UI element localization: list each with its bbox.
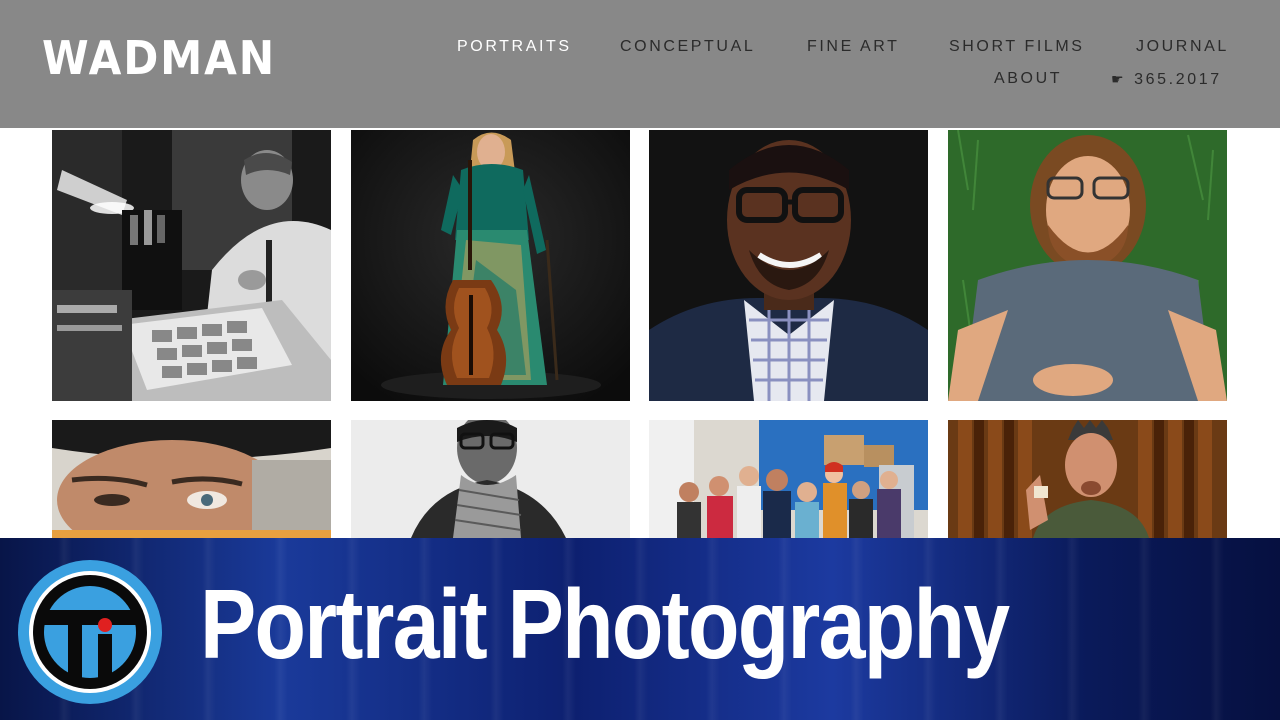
photo-man-scarf [351, 420, 630, 538]
nav-about[interactable]: ABOUT [994, 69, 1062, 89]
gallery-photo[interactable] [351, 420, 630, 538]
nav-short-films[interactable]: SHORT FILMS [949, 37, 1085, 57]
photo-woman-cello [351, 130, 630, 401]
photo-group-office [649, 420, 928, 538]
photo-man-grass [948, 130, 1227, 401]
photo-smiling-man [649, 130, 928, 401]
nav-365-label: 365.2017 [1134, 71, 1222, 88]
gallery-photo[interactable] [948, 130, 1227, 401]
nav-365[interactable]: ☛ 365.2017 [1111, 69, 1222, 90]
gallery-photo[interactable] [649, 130, 928, 401]
pointing-hand-icon: ☛ [1111, 71, 1127, 87]
gallery-photo[interactable] [649, 420, 928, 538]
gallery-photo[interactable] [948, 420, 1227, 538]
site-logo[interactable]: WADMAN [42, 28, 276, 88]
nav-fine-art[interactable]: FINE ART [807, 37, 900, 57]
nav-journal[interactable]: JOURNAL [1136, 37, 1229, 57]
gallery-photo[interactable] [52, 130, 331, 401]
site-header: WADMAN PORTRAITS CONCEPTUAL FINE ART SHO… [0, 0, 1280, 128]
nav-conceptual[interactable]: CONCEPTUAL [620, 37, 755, 57]
photo-man-hat [52, 420, 331, 538]
banner-title: Portrait Photography [200, 569, 1010, 679]
gallery-photo[interactable] [52, 420, 331, 538]
lower-third-banner: Portrait Photography [0, 538, 1280, 720]
twit-logo-icon [18, 560, 162, 704]
gallery-photo[interactable] [351, 130, 630, 401]
photo-man-curtain [948, 420, 1227, 538]
nav-portraits[interactable]: PORTRAITS [457, 37, 572, 57]
photo-bw-man-desk [52, 130, 331, 401]
